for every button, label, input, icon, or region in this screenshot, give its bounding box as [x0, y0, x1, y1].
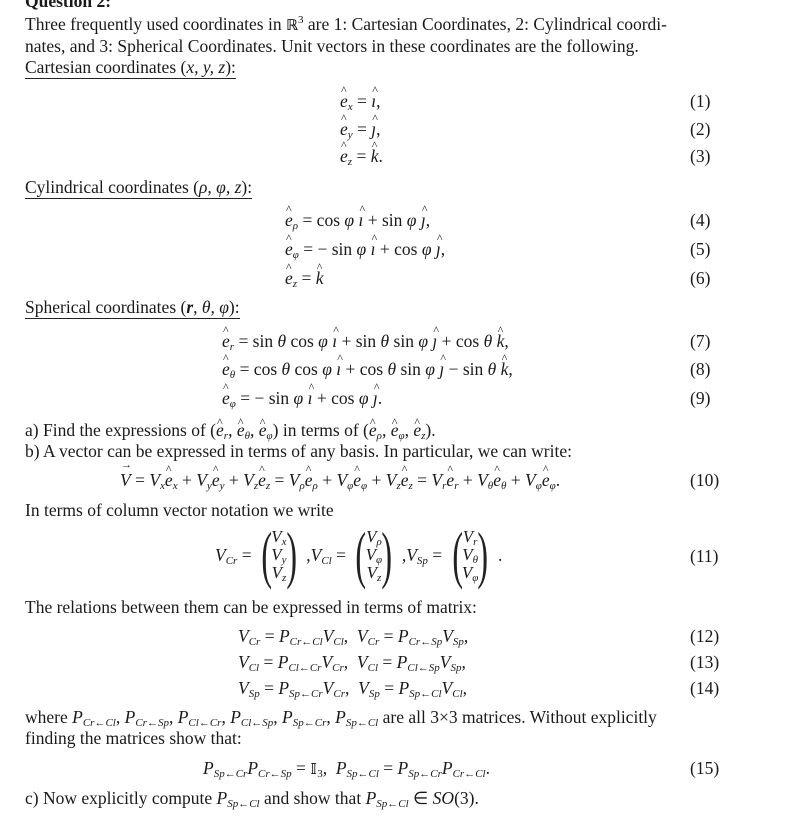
- equation-number: (4): [690, 210, 711, 230]
- equation-number: (12): [690, 626, 720, 646]
- intro-line-1: Three frequently used coordinates in ℝ3 …: [25, 14, 667, 35]
- equation-12: VCr = PCr←ClVCl, VCr = PCr←SpVSp,: [238, 626, 469, 648]
- equation-number: (3): [690, 146, 711, 166]
- column-vector-cartesian: ( Vx Vy Vz ): [261, 519, 297, 590]
- equation-13: VCl = PCl←CrVCr, VCl = PCl←SpVSp,: [238, 652, 466, 674]
- column-vector-spherical: ( Vr Vθ Vφ ): [451, 519, 489, 590]
- relations-intro: The relations between them can be expres…: [25, 597, 477, 617]
- equation-8: eθ = cos θ cos φ ı + cos θ sin φ ȷ − sin…: [222, 351, 513, 381]
- equation-number: (11): [690, 546, 719, 566]
- equation-2: ey = ȷ,: [340, 111, 381, 141]
- equation-7: er = sin θ cos φ ı + sin θ sin φ ȷ + cos…: [222, 323, 509, 353]
- intro-line-2: nates, and 3: Spherical Coordinates. Uni…: [25, 36, 639, 56]
- section-cartesian: Cartesian coordinates (x, y, z):: [25, 57, 236, 79]
- equation-number: (6): [690, 268, 711, 288]
- equation-number: (5): [690, 239, 711, 259]
- equation-10: V = Vxex + Vyey + Vzez = Vρeρ + Vφeφ + V…: [120, 459, 560, 492]
- part-b: b) A vector can be expressed in terms of…: [25, 441, 572, 461]
- where-line-1: where PCr←Cl, PCr←Sp, PCl←Cr, PCl←Sp, PS…: [25, 707, 657, 729]
- section-spherical-label: Spherical coordinates (r, θ, φ):: [25, 297, 240, 319]
- question-title: Question 2:: [25, 0, 112, 11]
- equation-4: eρ = cos φ ı + sin φ ȷ,: [285, 202, 430, 232]
- part-a: a) Find the expressions of (er, eθ, eφ) …: [25, 412, 436, 442]
- equation-15: PSp←CrPCr←Sp = 𝕀3, PSp←Cl = PSp←CrPCr←Cl…: [203, 758, 490, 780]
- section-cylindrical: Cylindrical coordinates (ρ, φ, z):: [25, 177, 253, 199]
- equation-number: (14): [690, 678, 720, 698]
- equation-number: (2): [690, 119, 711, 139]
- equation-3: ez = k.: [340, 138, 383, 168]
- column-intro: In terms of column vector notation we wr…: [25, 500, 334, 520]
- equation-number: (7): [690, 331, 711, 351]
- column-vector-cylindrical: ( Vρ Vφ Vz ): [355, 519, 393, 590]
- section-cylindrical-label: Cylindrical coordinates (ρ, φ, z):: [25, 177, 253, 199]
- where-line-2: finding the matrices show that:: [25, 728, 242, 748]
- equation-number: (9): [690, 388, 711, 408]
- equation-number: (15): [690, 758, 720, 778]
- section-spherical: Spherical coordinates (r, θ, φ):: [25, 297, 240, 319]
- equation-number: (10): [690, 470, 720, 490]
- equation-6: ez = k: [285, 260, 323, 290]
- equation-14: VSp = PSp←CrVCr, VSp = PSp←ClVCl,: [238, 678, 468, 700]
- equation-9: eφ = − sin φ ı + cos φ ȷ.: [222, 380, 382, 410]
- section-cartesian-label: Cartesian coordinates (x, y, z):: [25, 57, 236, 79]
- equation-number: (8): [690, 359, 711, 379]
- equation-11: VCr = ( Vx Vy Vz ) ,VCl = ( Vρ Vφ Vz ) ,VSp …: [215, 519, 503, 590]
- equation-1: ex = ı,: [340, 83, 381, 113]
- equation-number: (13): [690, 652, 720, 672]
- intro-text: Three frequently used coordinates in ℝ3 …: [25, 14, 667, 34]
- part-c: c) Now explicitly compute PSp←Cl and sho…: [25, 788, 479, 810]
- equation-number: (1): [690, 91, 711, 111]
- equation-5: eφ = − sin φ ı + cos φ ȷ,: [285, 231, 445, 261]
